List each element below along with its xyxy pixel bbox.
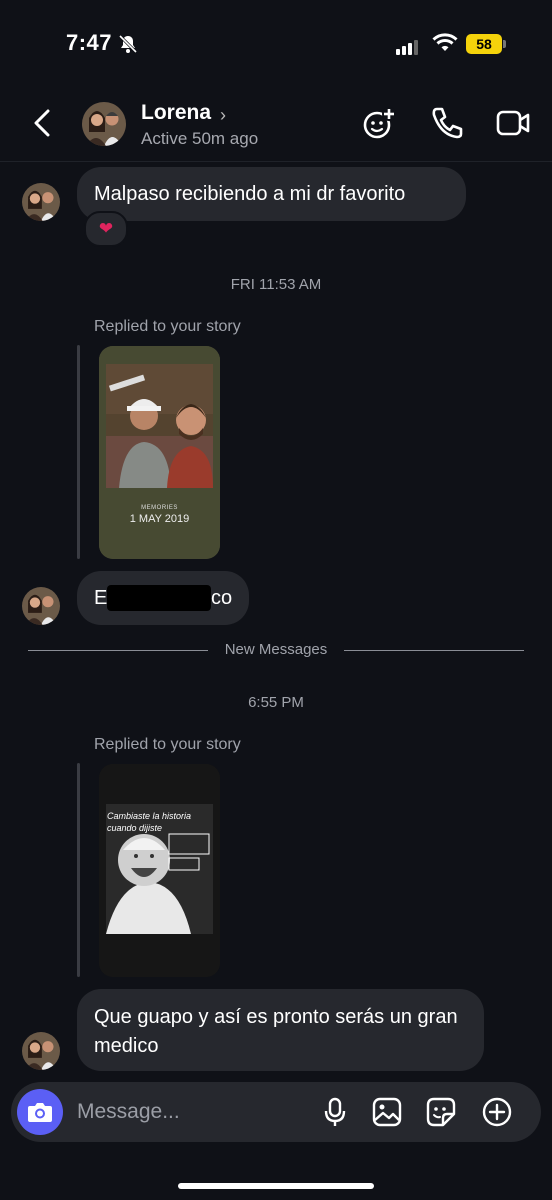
- timestamp: 6:55 PM: [248, 694, 304, 711]
- status-time: 7:47: [66, 30, 113, 55]
- add-people-icon[interactable]: [362, 105, 398, 141]
- message-text: Malpaso recibiendo a mi dr favorito: [94, 183, 406, 205]
- sender-avatar[interactable]: [22, 183, 60, 221]
- story-thumbnail[interactable]: Cambiaste la historia cuando dijiste: [99, 764, 220, 977]
- battery-tip: [503, 40, 506, 48]
- chevron-right-icon[interactable]: ›: [220, 105, 226, 126]
- wifi-icon: [432, 33, 458, 51]
- microphone-icon[interactable]: [319, 1096, 351, 1128]
- message-bubble[interactable]: E co: [77, 571, 249, 625]
- gallery-icon[interactable]: [371, 1096, 403, 1128]
- active-status: Active 50m ago: [141, 129, 259, 148]
- sender-avatar[interactable]: [22, 1032, 60, 1070]
- add-circle-icon[interactable]: [481, 1096, 513, 1128]
- camera-button[interactable]: [17, 1089, 63, 1135]
- message-text-tail: co: [211, 587, 233, 609]
- reply-indicator-line: [77, 763, 80, 977]
- message-input[interactable]: Message...: [77, 1100, 180, 1124]
- message-text-visible: E: [94, 587, 108, 609]
- replied-label: Replied to your story: [94, 736, 241, 753]
- divider-line: [344, 650, 524, 651]
- phone-icon[interactable]: [429, 105, 465, 141]
- story-thumbnail[interactable]: MEMORIES 1 MAY 2019: [99, 346, 220, 559]
- video-call-icon[interactable]: [495, 105, 531, 141]
- message-bubble[interactable]: Malpaso recibiendo a mi dr favorito: [77, 167, 466, 221]
- back-arrow-icon[interactable]: [30, 108, 56, 138]
- camera-icon: [28, 1103, 52, 1122]
- story-memories-label: MEMORIES: [141, 505, 178, 511]
- heart-reaction-icon[interactable]: ❤: [84, 211, 128, 247]
- bell-muted-icon: [118, 34, 138, 54]
- redaction-block: [107, 585, 211, 611]
- replied-label: Replied to your story: [94, 318, 241, 335]
- timestamp: FRI 11:53 AM: [230, 276, 322, 293]
- story-handwritten-text: Cambiaste la historia cuando dijiste: [107, 811, 192, 833]
- contact-name[interactable]: Lorena: [141, 101, 211, 125]
- story-date: 1 MAY 2019: [129, 513, 190, 525]
- message-text: Que guapo y así es pronto serás un gran …: [94, 1006, 458, 1057]
- battery-indicator: 58: [466, 34, 502, 54]
- sender-avatar[interactable]: [22, 587, 60, 625]
- reply-indicator-line: [77, 345, 80, 559]
- sticker-icon[interactable]: [425, 1096, 457, 1128]
- message-bubble[interactable]: Que guapo y así es pronto serás un gran …: [77, 989, 484, 1071]
- home-indicator[interactable]: [178, 1183, 374, 1189]
- header-divider: [0, 161, 552, 162]
- cellular-signal-icon: [396, 37, 420, 55]
- contact-avatar[interactable]: [82, 102, 126, 146]
